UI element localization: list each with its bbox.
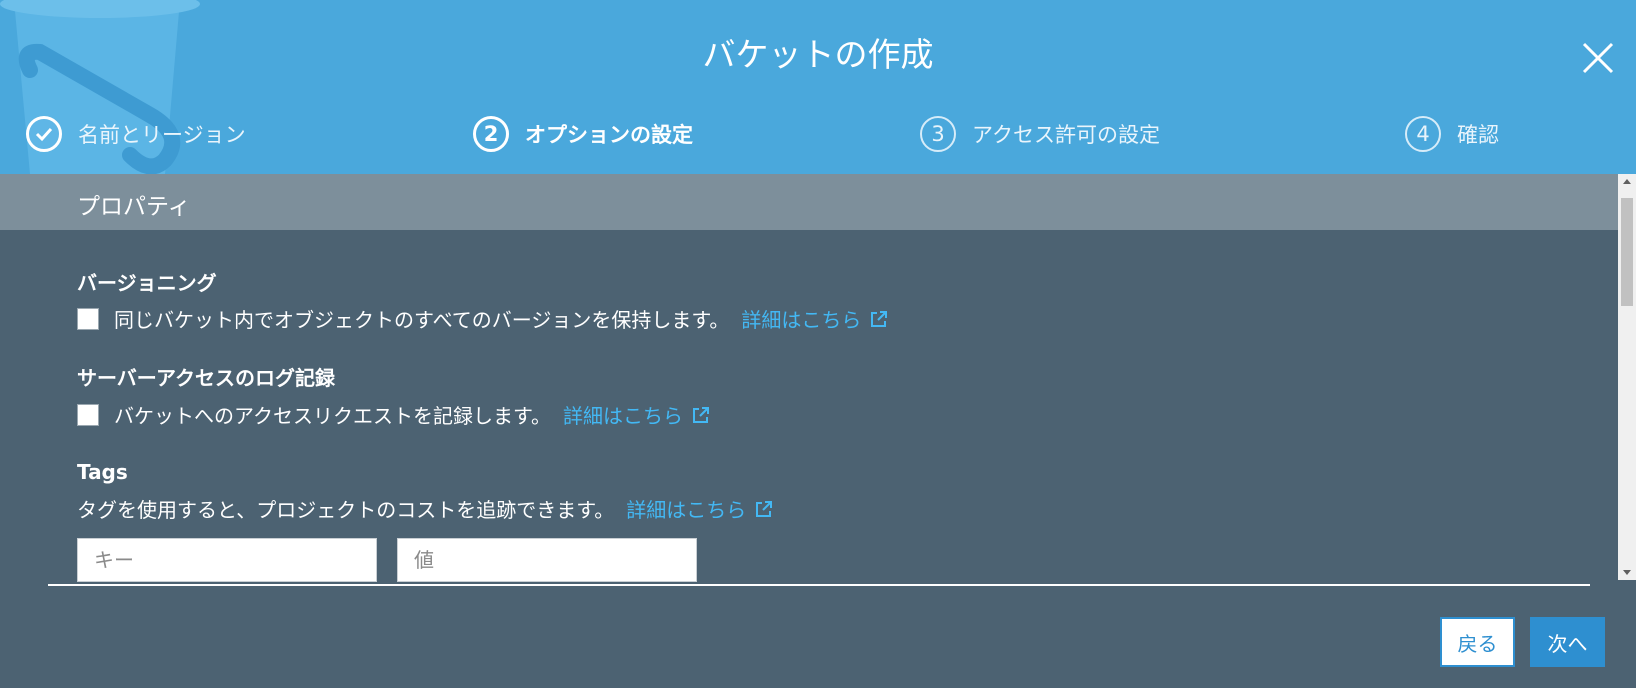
link-text: 詳細はこちら (626, 498, 747, 522)
tag-key-input[interactable] (77, 538, 377, 582)
versioning-checkbox[interactable] (77, 307, 99, 330)
step-label: オプションの設定 (525, 123, 693, 147)
step-number: 4 (1405, 116, 1441, 152)
versioning-learn-more-link[interactable]: 詳細はこちら (741, 304, 889, 333)
tags-row: タグを使用すると、プロジェクトのコストを追跡できます。 詳細はこちら (77, 494, 774, 523)
back-button[interactable]: 戻る (1440, 617, 1515, 667)
logging-description: バケットへのアクセスリクエストを記録します。 (114, 404, 551, 428)
close-icon[interactable] (1578, 38, 1618, 78)
tag-value-input[interactable] (397, 538, 697, 582)
wizard-step-name-region[interactable]: 名前とリージョン (26, 114, 246, 154)
checkmark-icon (26, 116, 62, 152)
step-label: 名前とリージョン (78, 123, 246, 147)
step-label: 確認 (1457, 123, 1499, 147)
external-link-icon (871, 310, 888, 327)
scroll-up-arrow-icon[interactable] (1618, 174, 1636, 190)
dialog-header: バケットの作成 名前とリージョン 2 オプションの設定 3 アクセス許可の設定 … (0, 0, 1636, 174)
step-label: アクセス許可の設定 (972, 123, 1160, 147)
wizard-step-options[interactable]: 2 オプションの設定 (473, 114, 693, 154)
logging-heading: サーバーアクセスのログ記録 (77, 366, 335, 390)
versioning-description: 同じバケット内でオブジェクトのすべてのバージョンを保持します。 (114, 308, 730, 332)
external-link-icon (693, 406, 709, 423)
link-text: 詳細はこちら (741, 308, 862, 332)
scroll-down-arrow-icon[interactable] (1618, 564, 1636, 580)
scrollbar-thumb[interactable] (1621, 198, 1633, 306)
properties-section-header: プロパティ (0, 174, 1618, 230)
next-button[interactable]: 次へ (1530, 617, 1605, 667)
dialog-title: バケットの作成 (702, 35, 934, 74)
tags-heading: Tags (77, 460, 128, 484)
logging-checkbox[interactable] (77, 403, 99, 426)
versioning-row: 同じバケット内でオブジェクトのすべてのバージョンを保持します。 詳細はこちら (77, 304, 889, 333)
step-number: 3 (920, 116, 956, 152)
link-text: 詳細はこちら (563, 404, 683, 428)
step-number: 2 (473, 116, 509, 152)
logging-learn-more-link[interactable]: 詳細はこちら (563, 400, 711, 429)
external-link-icon (756, 500, 773, 517)
vertical-scrollbar[interactable] (1618, 174, 1636, 580)
wizard-step-review[interactable]: 4 確認 (1405, 114, 1499, 154)
tags-description: タグを使用すると、プロジェクトのコストを追跡できます。 (77, 498, 615, 522)
tags-learn-more-link[interactable]: 詳細はこちら (626, 494, 774, 523)
wizard-step-permissions[interactable]: 3 アクセス許可の設定 (920, 114, 1160, 154)
versioning-heading: バージョニング (77, 271, 217, 295)
content-divider (48, 584, 1590, 586)
logging-row: バケットへのアクセスリクエストを記録します。 詳細はこちら (77, 400, 711, 429)
section-title: プロパティ (77, 194, 191, 220)
